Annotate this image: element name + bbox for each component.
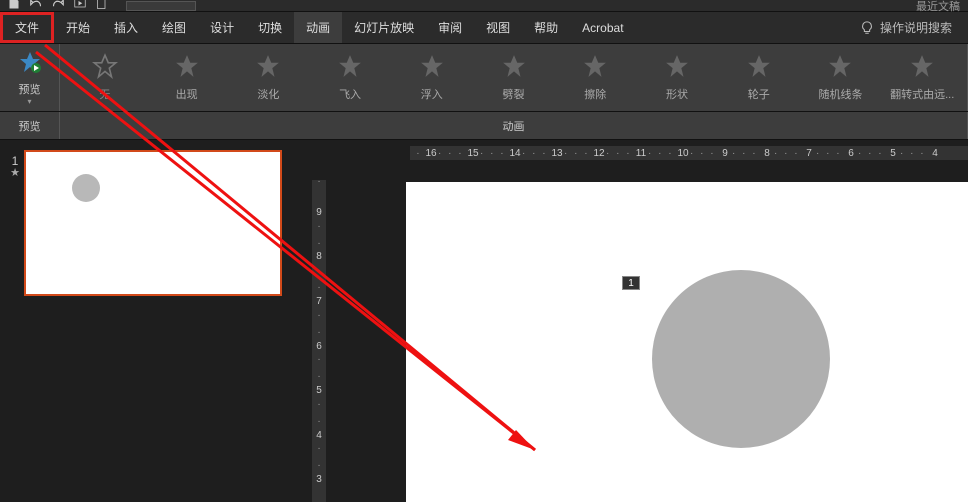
anim-wipe-label: 擦除 bbox=[584, 86, 606, 102]
tab-animation[interactable]: 动画 bbox=[294, 12, 342, 43]
anim-none[interactable]: 无 bbox=[64, 44, 146, 111]
animation-indicator-icon: ★ bbox=[6, 168, 24, 178]
tab-help[interactable]: 帮助 bbox=[522, 12, 570, 43]
tab-home-label: 开始 bbox=[66, 19, 90, 36]
tab-acrobat-label: Acrobat bbox=[582, 21, 623, 35]
anim-flyin-label: 飞入 bbox=[339, 86, 361, 102]
font-size-combo[interactable] bbox=[126, 1, 196, 11]
anim-grow-label: 翻转式由远... bbox=[890, 86, 954, 102]
star-icon bbox=[255, 53, 281, 82]
anim-flyin[interactable]: 飞入 bbox=[309, 44, 391, 111]
tab-design[interactable]: 设计 bbox=[198, 12, 246, 43]
star-icon bbox=[174, 53, 200, 82]
anim-shape[interactable]: 形状 bbox=[636, 44, 718, 111]
lightbulb-icon bbox=[860, 21, 874, 35]
anim-wipe[interactable]: 擦除 bbox=[554, 44, 636, 111]
tab-transition-label: 切换 bbox=[258, 19, 282, 36]
horizontal-ruler: 16 15 14 13 12 11 10 9 8 7 6 5 4 bbox=[410, 146, 968, 160]
ruler-tick: 3 bbox=[312, 457, 326, 502]
tab-acrobat[interactable]: Acrobat bbox=[570, 12, 635, 43]
tab-file-label: 文件 bbox=[15, 19, 39, 36]
anim-grow[interactable]: 翻转式由远... bbox=[881, 44, 963, 111]
animation-group-label: 动画 bbox=[60, 112, 968, 139]
preview-group-label: 预览 bbox=[0, 112, 60, 139]
star-icon bbox=[909, 53, 935, 82]
anim-floatin-label: 浮入 bbox=[421, 86, 443, 102]
dropdown-arrow-icon: ▾ bbox=[27, 99, 31, 105]
anim-wheel[interactable]: 轮子 bbox=[718, 44, 800, 111]
star-icon bbox=[337, 53, 363, 82]
tab-view[interactable]: 视图 bbox=[474, 12, 522, 43]
star-icon bbox=[664, 53, 690, 82]
star-icon bbox=[746, 53, 772, 82]
anim-fade-label: 淡化 bbox=[257, 86, 279, 102]
tab-animation-label: 动画 bbox=[306, 19, 330, 36]
tab-file[interactable]: 文件 bbox=[0, 12, 54, 43]
star-none-icon bbox=[92, 53, 118, 82]
ribbon: 预览 ▾ 无 出现 淡化 飞入 浮入 劈裂 擦除 bbox=[0, 44, 968, 112]
slide-canvas[interactable]: 1 bbox=[406, 182, 968, 502]
tab-view-label: 视图 bbox=[486, 19, 510, 36]
slide-number: 1 ★ bbox=[6, 150, 24, 492]
slide-thumbnail-1[interactable] bbox=[24, 150, 282, 296]
star-icon bbox=[419, 53, 445, 82]
tab-design-label: 设计 bbox=[210, 19, 234, 36]
tell-me-label: 操作说明搜索 bbox=[880, 19, 952, 36]
thumbnail-shape-circle bbox=[72, 174, 100, 202]
anim-wheel-label: 轮子 bbox=[748, 86, 770, 102]
anim-split-label: 劈裂 bbox=[503, 86, 525, 102]
anim-none-label: 无 bbox=[99, 86, 110, 102]
anim-split[interactable]: 劈裂 bbox=[473, 44, 555, 111]
shape-circle[interactable] bbox=[652, 270, 830, 448]
preview-label: 预览 bbox=[19, 81, 41, 97]
slide-number-text: 1 bbox=[6, 154, 24, 168]
tell-me-search[interactable]: 操作说明搜索 bbox=[860, 12, 952, 43]
thumbnail-panel: 1 ★ bbox=[0, 140, 304, 502]
preview-icon bbox=[18, 50, 42, 77]
tab-review[interactable]: 审阅 bbox=[426, 12, 474, 43]
quick-access-toolbar: 最近文稿 bbox=[0, 0, 968, 12]
tab-draw-label: 绘图 bbox=[162, 19, 186, 36]
ruler-tick: 4 bbox=[914, 148, 956, 159]
tab-slideshow-label: 幻灯片放映 bbox=[354, 19, 414, 36]
preview-button[interactable]: 预览 ▾ bbox=[0, 44, 60, 111]
tab-insert[interactable]: 插入 bbox=[102, 12, 150, 43]
tab-help-label: 帮助 bbox=[534, 19, 558, 36]
slide-editor: 16 15 14 13 12 11 10 9 8 7 6 5 4 9 8 7 6… bbox=[304, 140, 968, 502]
animation-gallery[interactable]: 无 出现 淡化 飞入 浮入 劈裂 擦除 形状 bbox=[60, 44, 968, 111]
star-icon bbox=[501, 53, 527, 82]
tab-transition[interactable]: 切换 bbox=[246, 12, 294, 43]
anim-appear[interactable]: 出现 bbox=[146, 44, 228, 111]
animation-order-tag[interactable]: 1 bbox=[622, 276, 640, 290]
tab-draw[interactable]: 绘图 bbox=[150, 12, 198, 43]
star-icon bbox=[827, 53, 853, 82]
anim-appear-label: 出现 bbox=[176, 86, 198, 102]
tab-slideshow[interactable]: 幻灯片放映 bbox=[342, 12, 426, 43]
tab-review-label: 审阅 bbox=[438, 19, 462, 36]
menu-bar: 文件 开始 插入 绘图 设计 切换 动画 幻灯片放映 审阅 视图 帮助 Acro… bbox=[0, 12, 968, 44]
main-area: 1 ★ 16 15 14 13 12 11 10 9 8 7 6 5 4 9 8… bbox=[0, 140, 968, 502]
ribbon-group-labels: 预览 动画 bbox=[0, 112, 968, 140]
vertical-ruler: 9 8 7 6 5 4 3 bbox=[312, 180, 326, 502]
star-icon bbox=[582, 53, 608, 82]
anim-randombars[interactable]: 随机线条 bbox=[800, 44, 882, 111]
anim-fade[interactable]: 淡化 bbox=[227, 44, 309, 111]
anim-floatin[interactable]: 浮入 bbox=[391, 44, 473, 111]
tab-home[interactable]: 开始 bbox=[54, 12, 102, 43]
anim-shape-label: 形状 bbox=[666, 86, 688, 102]
anim-randombars-label: 随机线条 bbox=[818, 86, 862, 102]
tab-insert-label: 插入 bbox=[114, 19, 138, 36]
